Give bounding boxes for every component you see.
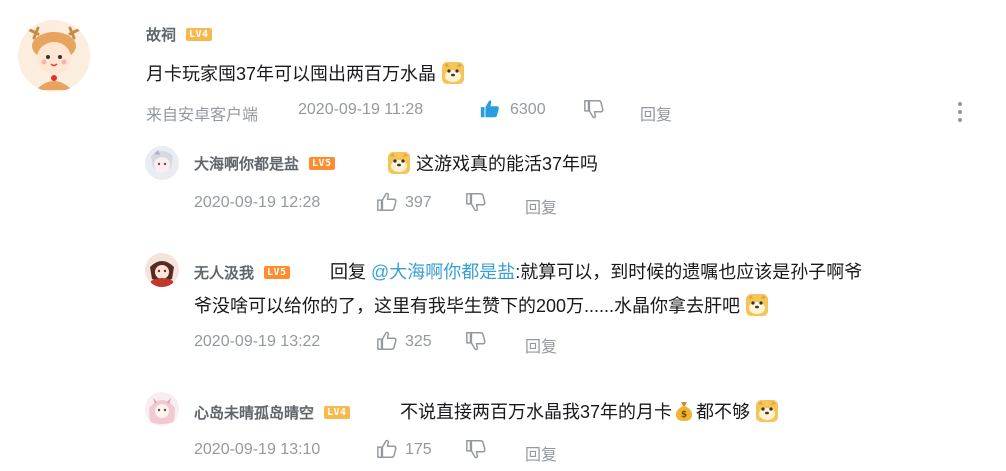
reply-time: 2020-09-19 13:22 <box>194 333 321 350</box>
username[interactable]: 故祠 <box>146 24 176 45</box>
money-bag-emoji-icon: $ <box>672 399 696 423</box>
reply-text: 不说直接两百万水晶我37年的月卡 $ 都不够 <box>400 398 779 424</box>
reply-text-body: 这游戏真的能活37年吗 <box>416 154 599 174</box>
reply-text-line2: 爷没啥可以给你的了，这里有我毕生赞下的200万......水晶你拿去肝吧 <box>194 296 741 316</box>
reply-time: 2020-09-19 12:28 <box>194 194 321 211</box>
username[interactable]: 无人汲我 <box>194 262 254 283</box>
comment-time: 2020-09-19 11:28 <box>298 101 424 118</box>
avatar-main[interactable] <box>18 20 90 92</box>
avatar-reply[interactable] <box>145 392 179 426</box>
reply-button[interactable]: 回复 <box>525 194 557 218</box>
client-source: 来自安卓客户端 <box>146 107 259 124</box>
reply-prefix: 回复 <box>330 262 366 282</box>
reply-text-part-a: 不说直接两百万水晶我37年的月卡 <box>400 402 673 422</box>
thumb-down-icon[interactable] <box>465 191 487 213</box>
more-icon[interactable] <box>952 100 968 124</box>
thumb-up-icon[interactable] <box>376 330 398 352</box>
reply-text-line1: :就算可以，到时候的遗嘱也应该是孙子啊爷 <box>515 262 863 282</box>
like-count: 397 <box>405 194 432 211</box>
doge-emoji-icon <box>745 293 769 317</box>
doge-emoji-icon <box>441 61 465 85</box>
thumb-down-icon[interactable] <box>583 98 605 120</box>
doge-emoji-icon <box>387 151 411 175</box>
reply-button[interactable]: 回复 <box>525 333 557 357</box>
reply-text: 这游戏真的能活37年吗 <box>387 150 598 176</box>
reply-button[interactable]: 回复 <box>525 441 557 465</box>
thumb-down-icon[interactable] <box>465 330 487 352</box>
thumb-up-icon[interactable] <box>376 191 398 213</box>
reply-time: 2020-09-19 13:10 <box>194 441 321 458</box>
username[interactable]: 心岛未晴孤岛晴空 <box>194 402 314 423</box>
level-badge: LV5 <box>309 157 335 170</box>
reply-text-part-b: 都不够 <box>696 402 751 422</box>
comment-text-body: 月卡玩家囤37年可以囤出两百万水晶 <box>146 64 437 84</box>
level-badge: LV5 <box>264 266 290 279</box>
reply-text: 回复 @大海啊你都是盐:就算可以，到时候的遗嘱也应该是孙子啊爷 <box>330 258 862 284</box>
avatar-reply[interactable] <box>145 253 179 287</box>
avatar-reply[interactable] <box>145 146 179 180</box>
like-count: 325 <box>405 333 432 350</box>
svg-text:$: $ <box>681 410 687 420</box>
thumb-up-icon[interactable] <box>376 438 398 460</box>
mention-link[interactable]: @大海啊你都是盐 <box>371 262 515 282</box>
reply-button[interactable]: 回复 <box>640 101 672 125</box>
level-badge: LV4 <box>186 28 212 41</box>
like-count: 6300 <box>510 101 546 118</box>
doge-emoji-icon <box>755 399 779 423</box>
thumb-up-icon[interactable] <box>479 98 501 120</box>
thumb-down-icon[interactable] <box>465 438 487 460</box>
username[interactable]: 大海啊你都是盐 <box>194 153 299 174</box>
comment-text: 月卡玩家囤37年可以囤出两百万水晶 <box>146 60 465 86</box>
level-badge: LV4 <box>324 406 350 419</box>
like-count: 175 <box>405 441 432 458</box>
reply-text-cont: 爷没啥可以给你的了，这里有我毕生赞下的200万......水晶你拿去肝吧 <box>194 292 769 318</box>
